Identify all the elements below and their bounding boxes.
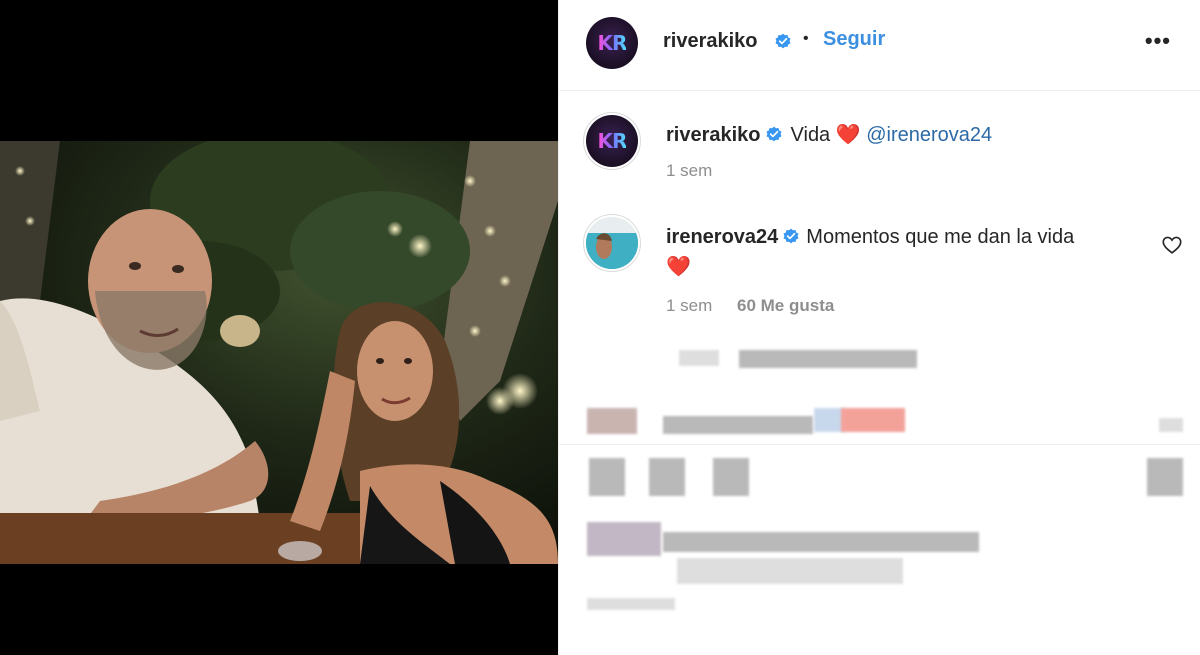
- pixel-block: [663, 416, 813, 434]
- verified-badge-icon: [766, 126, 782, 142]
- author-avatar-logo: KR: [597, 31, 628, 55]
- comment-action-icon[interactable]: [649, 458, 685, 496]
- author-avatar[interactable]: KR: [586, 17, 638, 69]
- caption-avatar-logo: KR: [597, 129, 628, 153]
- pixel-block: [677, 558, 903, 584]
- author-username[interactable]: riverakiko: [663, 30, 758, 53]
- post-photo[interactable]: [0, 141, 558, 564]
- caption-timestamp[interactable]: 1 sem: [666, 161, 712, 181]
- caption-username[interactable]: riverakiko: [666, 124, 761, 146]
- like-comment-heart-icon[interactable]: [1161, 234, 1183, 256]
- share-action-icon[interactable]: [713, 458, 749, 496]
- header-separator: •: [803, 30, 809, 47]
- heart-emoji: ❤️: [666, 256, 691, 278]
- pixel-block: [663, 532, 979, 552]
- commenter-username[interactable]: irenerova24: [666, 226, 778, 248]
- post-sidebar: KR riverakiko • Seguir ••• KR riverakiko…: [558, 0, 1200, 655]
- caption-avatar: KR: [586, 115, 638, 167]
- post-media-panel: [0, 0, 558, 655]
- like-action-icon[interactable]: [589, 458, 625, 496]
- commenter-avatar: [586, 217, 638, 269]
- pixel-block: [679, 350, 719, 366]
- post-header: KR riverakiko • Seguir •••: [559, 0, 1200, 91]
- pixel-block: [1159, 418, 1183, 432]
- more-options-icon[interactable]: •••: [1145, 28, 1171, 54]
- comment-text-line: irenerova24 Momentos que me dan la vida …: [666, 222, 1136, 282]
- caption-mention-link[interactable]: @irenerova24: [866, 124, 992, 146]
- pixel-block: [841, 408, 905, 432]
- caption-avatar-ring[interactable]: KR: [583, 112, 641, 170]
- commenter-avatar-ring[interactable]: [583, 214, 641, 272]
- heart-emoji: ❤️: [835, 124, 861, 146]
- pixel-block: [814, 408, 844, 432]
- actions-divider: [559, 444, 1200, 445]
- verified-badge-icon: [783, 228, 799, 244]
- caption-body: Vida: [790, 124, 831, 146]
- pixel-block: [739, 350, 917, 368]
- pixel-block: [587, 522, 661, 556]
- comment-body: Momentos que me dan la vida: [806, 226, 1075, 248]
- pixel-block: [587, 408, 637, 434]
- caption-text-line: riverakiko Vida ❤️ @irenerova24: [666, 120, 992, 150]
- save-action-icon[interactable]: [1147, 458, 1183, 496]
- comment-timestamp[interactable]: 1 sem: [666, 296, 712, 316]
- pixel-block: [587, 598, 675, 610]
- verified-badge-icon: [775, 33, 791, 49]
- post-photo-illustration: [0, 141, 558, 564]
- commenter-avatar-image: [586, 217, 638, 269]
- follow-button[interactable]: Seguir: [823, 28, 885, 51]
- comment-likes-count[interactable]: 60 Me gusta: [737, 296, 834, 316]
